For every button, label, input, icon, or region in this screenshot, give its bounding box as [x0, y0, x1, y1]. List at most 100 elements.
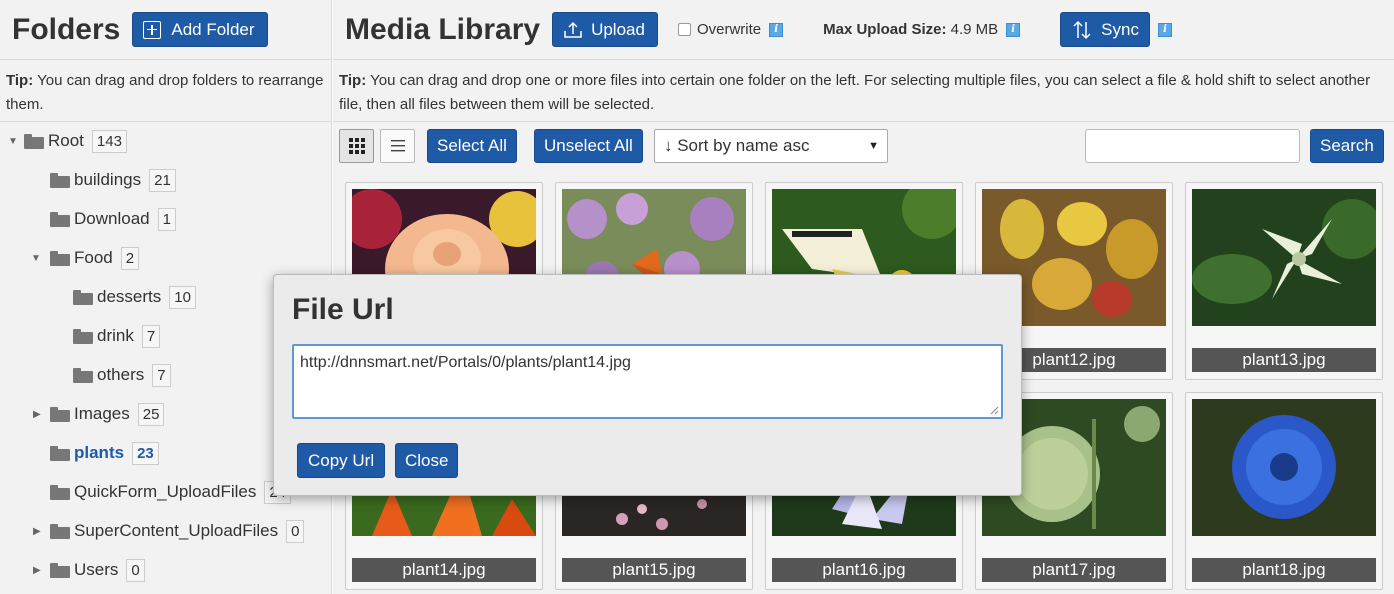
folder-label: Users [74, 560, 119, 579]
sort-select[interactable]: ↓ Sort by name asc ▼ [654, 129, 888, 163]
folder-label: plants [74, 443, 125, 462]
folder-label: Download [74, 209, 150, 228]
add-folder-button[interactable]: Add Folder [132, 12, 268, 47]
overwrite-label: Overwrite [696, 21, 762, 38]
upload-button[interactable]: Upload [552, 12, 658, 47]
folder-count: 21 [149, 168, 176, 192]
file-name: plant15.jpg [562, 558, 746, 582]
folder-count: 25 [137, 402, 165, 426]
folder-count: 0 [286, 519, 305, 543]
collapsed-caret-icon[interactable]: ▶ [33, 409, 50, 420]
collapsed-caret-icon[interactable]: ▶ [33, 526, 50, 537]
folders-tip: Tip: You can drag and drop folders to re… [0, 60, 331, 122]
list-icon [390, 140, 405, 152]
copy-url-button[interactable]: Copy Url [297, 443, 386, 478]
max-upload-label: Max Upload Size: [823, 21, 947, 38]
folder-icon [50, 445, 70, 461]
search-button[interactable]: Search [1310, 129, 1384, 163]
folder-label: Root [48, 131, 84, 150]
folder-icon [24, 133, 44, 149]
folder-download[interactable]: Download 1 [50, 206, 176, 232]
dropdown-arrow-icon: ▼ [868, 140, 879, 152]
list-view-button[interactable] [380, 129, 415, 163]
folder-label: buildings [74, 170, 142, 189]
overwrite-checkbox[interactable]: Overwrite [677, 21, 762, 38]
upload-icon [564, 21, 582, 38]
media-toolbar: Select All Unselect All ↓ Sort by name a… [339, 128, 1389, 164]
folder-food[interactable]: ▼ Food 2 [31, 245, 140, 271]
unselect-all-button[interactable]: Unselect All [534, 129, 643, 163]
folder-icon [50, 250, 70, 266]
max-upload-value: 4.9 MB [946, 21, 999, 38]
file-url-text: http://dnnsmart.net/Portals/0/plants/pla… [300, 354, 631, 371]
file-thumbnail[interactable] [1192, 189, 1376, 326]
folders-header: Folders Add Folder [0, 0, 331, 60]
folder-plants[interactable]: plants 23 [50, 440, 159, 466]
grid-icon [348, 138, 365, 154]
collapsed-caret-icon[interactable]: ▶ [33, 565, 50, 576]
folder-users[interactable]: ▶ Users 0 [33, 557, 145, 583]
tip-label: Tip: [6, 72, 34, 89]
folder-count: 7 [141, 324, 161, 348]
media-tip: Tip: You can drag and drop one or more f… [333, 60, 1394, 122]
file-url-textarea[interactable]: http://dnnsmart.net/Portals/0/plants/pla… [292, 344, 1003, 419]
info-icon[interactable]: i [1006, 22, 1021, 37]
folder-images[interactable]: ▶ Images 25 [33, 401, 165, 427]
folders-title: Folders [12, 12, 121, 46]
file-url-dialog: File Url http://dnnsmart.net/Portals/0/p… [273, 274, 1022, 496]
expanded-caret-icon[interactable]: ▼ [31, 253, 50, 264]
tip-text: You can drag and drop one or more files … [339, 72, 1371, 113]
checkbox-box[interactable] [677, 23, 691, 36]
folder-icon [50, 523, 70, 539]
folder-icon [73, 289, 93, 305]
folder-icon [50, 172, 70, 188]
sync-button[interactable]: Sync [1060, 12, 1150, 47]
folder-count: 7 [152, 363, 171, 387]
grid-view-button[interactable] [339, 129, 374, 163]
folder-count: 10 [169, 285, 196, 309]
folder-quickform-uploadfiles[interactable]: QuickForm_UploadFiles 24 [50, 479, 292, 505]
sort-value: ↓ Sort by name asc [664, 136, 810, 155]
folder-count: 0 [126, 558, 145, 582]
resize-grip-icon[interactable] [990, 406, 999, 415]
select-all-button[interactable]: Select All [427, 129, 517, 163]
file-name: plant17.jpg [982, 558, 1166, 582]
folder-icon [50, 562, 70, 578]
folder-supercontent-uploadfiles[interactable]: ▶ SuperContent_UploadFiles 0 [33, 518, 305, 544]
media-title: Media Library [345, 12, 541, 46]
folder-count: 143 [91, 129, 127, 153]
search-input[interactable] [1085, 129, 1300, 163]
folder-desserts[interactable]: desserts 10 [73, 284, 196, 310]
folder-count: 2 [120, 246, 140, 270]
folder-drink[interactable]: drink 7 [73, 323, 161, 349]
folder-label: others [97, 365, 145, 384]
dialog-title: File Url [292, 293, 394, 326]
folder-icon [50, 211, 70, 227]
folder-label: Images [74, 404, 130, 423]
file-tile[interactable]: plant18.jpg [1185, 392, 1383, 590]
tip-label: Tip: [339, 72, 367, 89]
file-name: plant14.jpg [352, 558, 536, 582]
tip-text: You can drag and drop folders to rearran… [6, 72, 324, 113]
info-icon[interactable]: i [1157, 22, 1172, 37]
file-tile[interactable]: plant13.jpg [1185, 182, 1383, 380]
close-button[interactable]: Close [395, 443, 459, 478]
folder-label: SuperContent_UploadFiles [74, 521, 279, 540]
folder-buildings[interactable]: buildings 21 [50, 167, 176, 193]
file-name: plant16.jpg [772, 558, 956, 582]
add-icon [143, 20, 162, 39]
folder-others[interactable]: others 7 [73, 362, 171, 388]
folder-icon [73, 328, 93, 344]
info-icon[interactable]: i [769, 22, 784, 37]
folder-label: Food [74, 248, 113, 267]
folder-root[interactable]: ▼ Root 143 [8, 128, 127, 154]
add-folder-label: Add Folder [171, 19, 255, 39]
expanded-caret-icon[interactable]: ▼ [8, 136, 24, 147]
sync-icon [1073, 20, 1091, 39]
folder-count: 23 [132, 441, 159, 465]
media-header: Media Library Upload Overwrite i Max Upl… [333, 0, 1394, 60]
folder-icon [73, 367, 93, 383]
file-name: plant18.jpg [1192, 558, 1376, 582]
folder-count: 1 [157, 207, 176, 231]
file-thumbnail[interactable] [1192, 399, 1376, 536]
